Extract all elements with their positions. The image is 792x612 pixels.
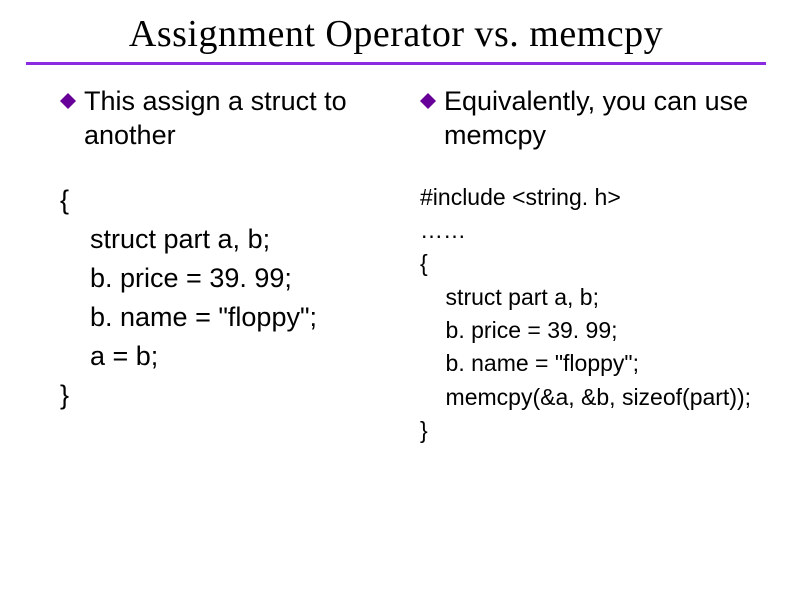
right-column: Equivalently, you can use memcpy #includ… [420, 85, 752, 447]
right-bullet-row: Equivalently, you can use memcpy [420, 85, 752, 153]
left-bullet-text: This assign a struct to another [84, 85, 400, 153]
diamond-bullet-icon [60, 93, 76, 109]
right-code-block: #include <string. h> …… { struct part a,… [420, 181, 752, 448]
slide-title: Assignment Operator vs. memcpy [0, 0, 792, 56]
left-column: This assign a struct to another { struct… [60, 85, 400, 447]
left-bullet-row: This assign a struct to another [60, 85, 400, 153]
right-bullet-text: Equivalently, you can use memcpy [444, 85, 752, 153]
content-columns: This assign a struct to another { struct… [0, 65, 792, 447]
left-code-block: { struct part a, b; b. price = 39. 99; b… [60, 181, 400, 416]
diamond-bullet-icon [420, 93, 436, 109]
